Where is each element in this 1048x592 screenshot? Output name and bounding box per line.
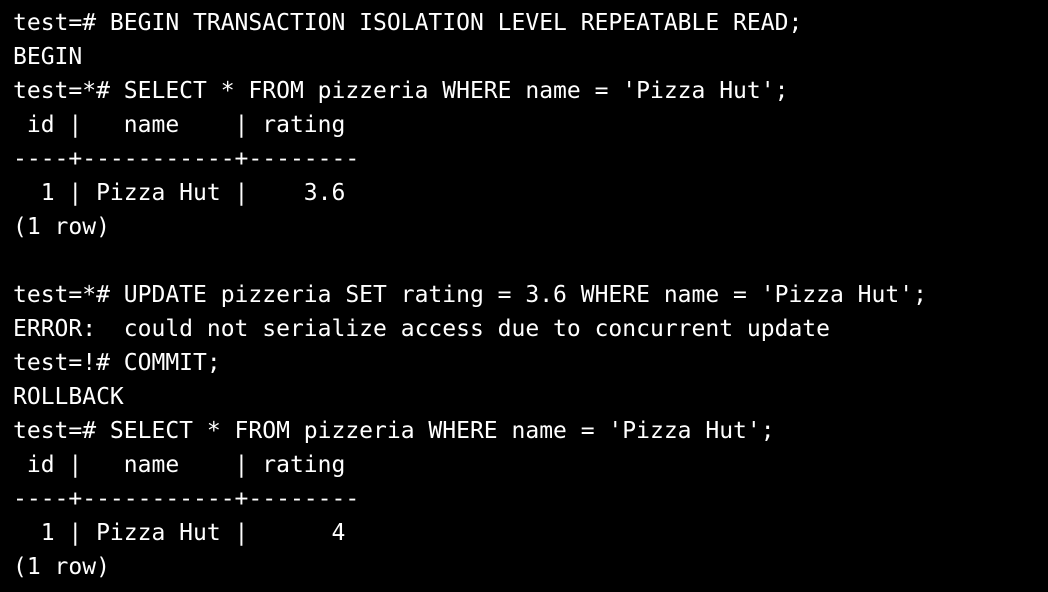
result-header-1: id | name | rating bbox=[13, 112, 346, 138]
output-begin: BEGIN bbox=[13, 44, 83, 70]
row-count-1: (1 row) bbox=[13, 214, 110, 240]
terminal-output[interactable]: test=# BEGIN TRANSACTION ISOLATION LEVEL… bbox=[0, 0, 1048, 592]
error-message: ERROR: could not serialize access due to… bbox=[13, 316, 830, 342]
prompt-begin-transaction: test=# BEGIN TRANSACTION ISOLATION LEVEL… bbox=[13, 10, 803, 36]
prompt-update: test=*# UPDATE pizzeria SET rating = 3.6… bbox=[13, 282, 927, 308]
prompt-select-1: test=*# SELECT * FROM pizzeria WHERE nam… bbox=[13, 78, 789, 104]
result-separator-2: ----+-----------+-------- bbox=[13, 486, 360, 512]
row-count-2: (1 row) bbox=[13, 554, 110, 580]
result-separator-1: ----+-----------+-------- bbox=[13, 146, 360, 172]
result-row-1: 1 | Pizza Hut | 3.6 bbox=[13, 180, 346, 206]
prompt-select-2: test=# SELECT * FROM pizzeria WHERE name… bbox=[13, 418, 775, 444]
prompt-commit: test=!# COMMIT; bbox=[13, 350, 221, 376]
result-row-2: 1 | Pizza Hut | 4 bbox=[13, 520, 346, 546]
output-rollback: ROLLBACK bbox=[13, 384, 124, 410]
result-header-2: id | name | rating bbox=[13, 452, 346, 478]
